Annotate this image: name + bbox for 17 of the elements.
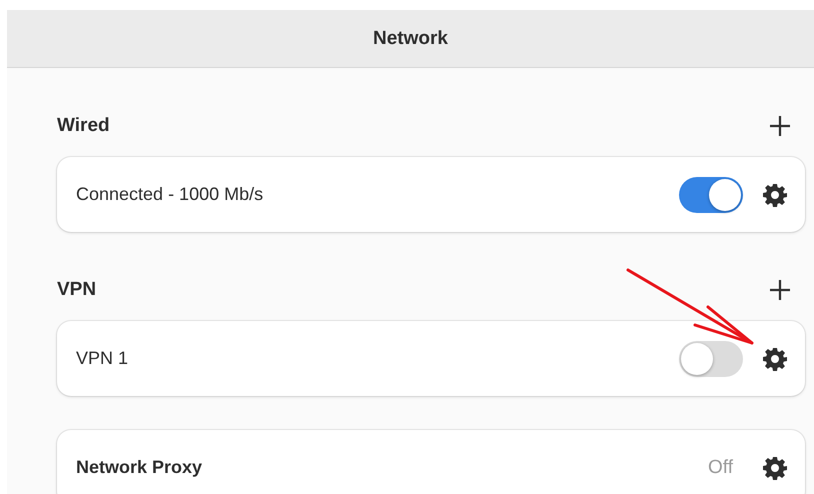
plus-icon (769, 115, 791, 137)
toggle-switch[interactable] (679, 340, 743, 376)
section-title: VPN (57, 279, 96, 301)
settings-icon (763, 182, 787, 206)
window-title: Network (373, 28, 448, 50)
section-title: Wired (57, 115, 110, 137)
row-label: VPN 1 (76, 348, 128, 369)
settings-button[interactable] (763, 346, 787, 370)
row-label: Network Proxy (76, 457, 202, 478)
row-label: Connected - 1000 Mb/s (76, 184, 264, 205)
plus-icon (769, 279, 791, 301)
status-text: Off (708, 456, 733, 478)
settings-icon (763, 456, 787, 480)
settings-button[interactable] (763, 456, 787, 480)
toggle-switch[interactable] (679, 176, 743, 212)
settings-button[interactable] (763, 182, 787, 206)
settings-icon (763, 346, 787, 370)
